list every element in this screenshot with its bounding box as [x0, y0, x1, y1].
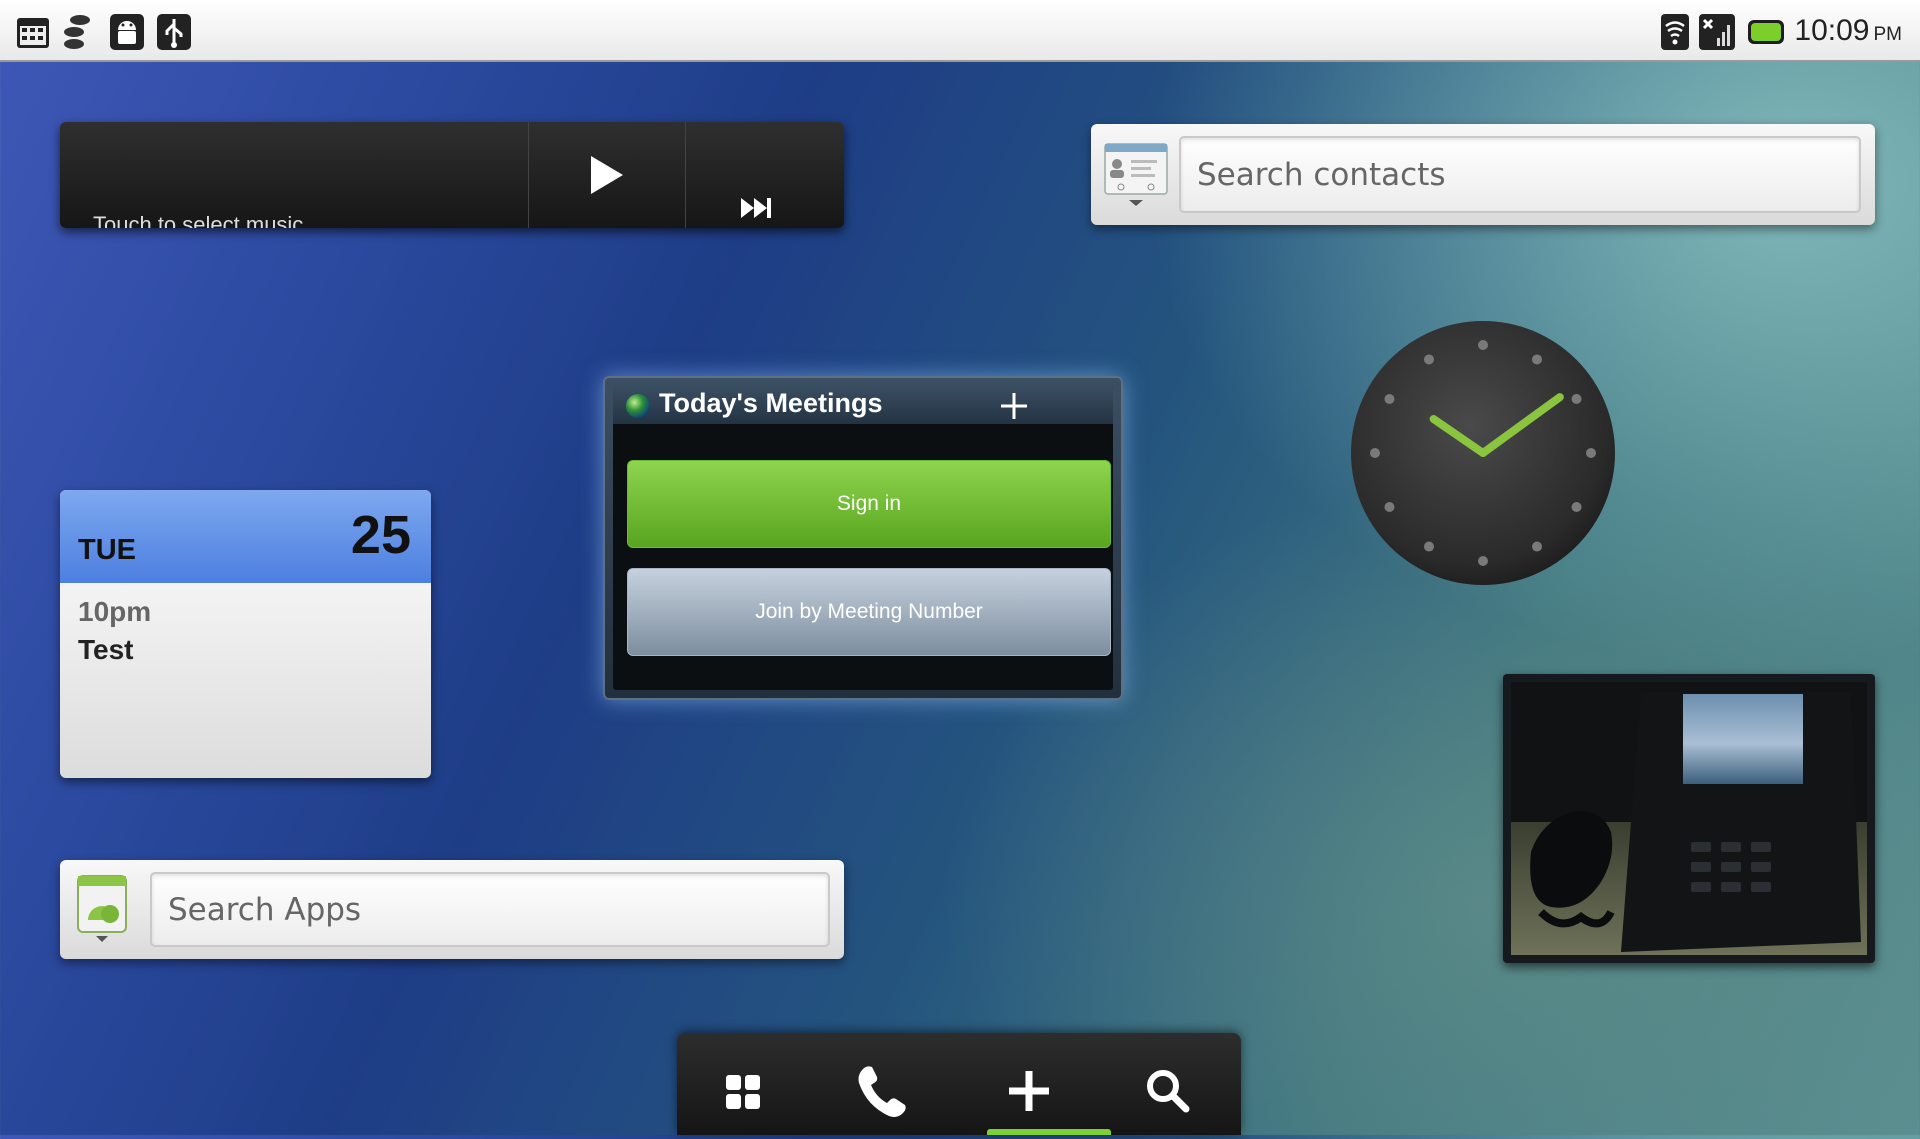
add-icon [1009, 1071, 1049, 1111]
clock-tick [1532, 354, 1542, 365]
clock-tick [1571, 502, 1582, 512]
dock-add-button[interactable] [959, 1033, 1100, 1135]
meetings-widget: Today's Meetings Sign in Join by Meeting… [603, 376, 1123, 700]
apps-grid-icon [726, 1075, 760, 1109]
dock [677, 1033, 1241, 1135]
ampm-text: PM [1873, 24, 1903, 45]
home-screen: 10:09 PM Touch to select music Search co… [0, 0, 1920, 1135]
photo-frame-widget[interactable] [1503, 674, 1875, 963]
sign-in-button[interactable]: Sign in [627, 460, 1111, 548]
clock-tick [1478, 556, 1488, 566]
apps-search-widget [60, 860, 844, 959]
play-icon [591, 156, 623, 194]
apps-search-field [150, 872, 830, 947]
dock-search-button[interactable] [1100, 1033, 1241, 1135]
meetings-title: Today's Meetings [659, 388, 883, 418]
calendar-event-title: Test [78, 634, 134, 665]
phone-icon [858, 1066, 906, 1117]
calendar-icon [17, 18, 49, 48]
battery-icon [1748, 20, 1784, 44]
clock-text: 10:09 PM [1794, 14, 1902, 48]
music-track-text: Touch to select music [93, 212, 304, 228]
calendar-header: TUE 25 [60, 490, 431, 583]
usb-icon [157, 14, 191, 50]
android-market-icon[interactable] [74, 874, 130, 946]
signal-icon [1699, 14, 1735, 50]
contacts-icon[interactable] [1101, 140, 1171, 212]
calendar-day-number: 25 [350, 505, 411, 565]
clock-tick [1424, 354, 1434, 365]
photo-icon [1511, 682, 1867, 955]
apps-search-input[interactable] [152, 874, 828, 945]
dock-apps-button[interactable] [677, 1033, 818, 1135]
play-button[interactable] [528, 122, 686, 228]
calendar-event-time: 10pm [78, 596, 152, 627]
clock-tick [1571, 394, 1582, 404]
search-icon [1147, 1070, 1190, 1113]
meetings-panel: Today's Meetings Sign in Join by Meeting… [613, 386, 1113, 690]
time-text: 10:09 [1794, 14, 1870, 47]
clock-tick [1532, 541, 1542, 552]
wifi-icon [1661, 14, 1689, 50]
clock-tick [1424, 541, 1434, 552]
next-track-icon [741, 198, 771, 218]
contacts-search-field [1179, 136, 1861, 213]
next-track-button[interactable] [686, 122, 844, 228]
join-meeting-button[interactable]: Join by Meeting Number [627, 568, 1111, 656]
sync-icon [64, 15, 90, 49]
clock-tick [1586, 448, 1596, 458]
music-track-area[interactable]: Touch to select music [60, 122, 529, 228]
globe-icon [626, 394, 650, 418]
dock-selected-indicator [987, 1129, 1111, 1135]
clock-tick [1384, 394, 1395, 404]
add-meeting-icon[interactable] [997, 389, 1031, 423]
calendar-widget[interactable]: TUE 25 10pm Test [60, 490, 431, 778]
clock-tick [1370, 448, 1380, 458]
dock-phone-button[interactable] [818, 1033, 959, 1135]
meetings-title-bar: Today's Meetings [613, 386, 1113, 424]
clock-tick [1384, 502, 1395, 512]
music-widget: Touch to select music [60, 122, 844, 228]
calendar-day-of-week: TUE [78, 534, 136, 566]
analog-clock-widget[interactable] [1348, 318, 1618, 588]
status-bar: 10:09 PM [0, 0, 1920, 62]
contacts-search-input[interactable] [1181, 138, 1859, 211]
contacts-search-widget [1091, 124, 1875, 225]
android-icon [110, 14, 144, 50]
clock-tick [1478, 340, 1488, 350]
